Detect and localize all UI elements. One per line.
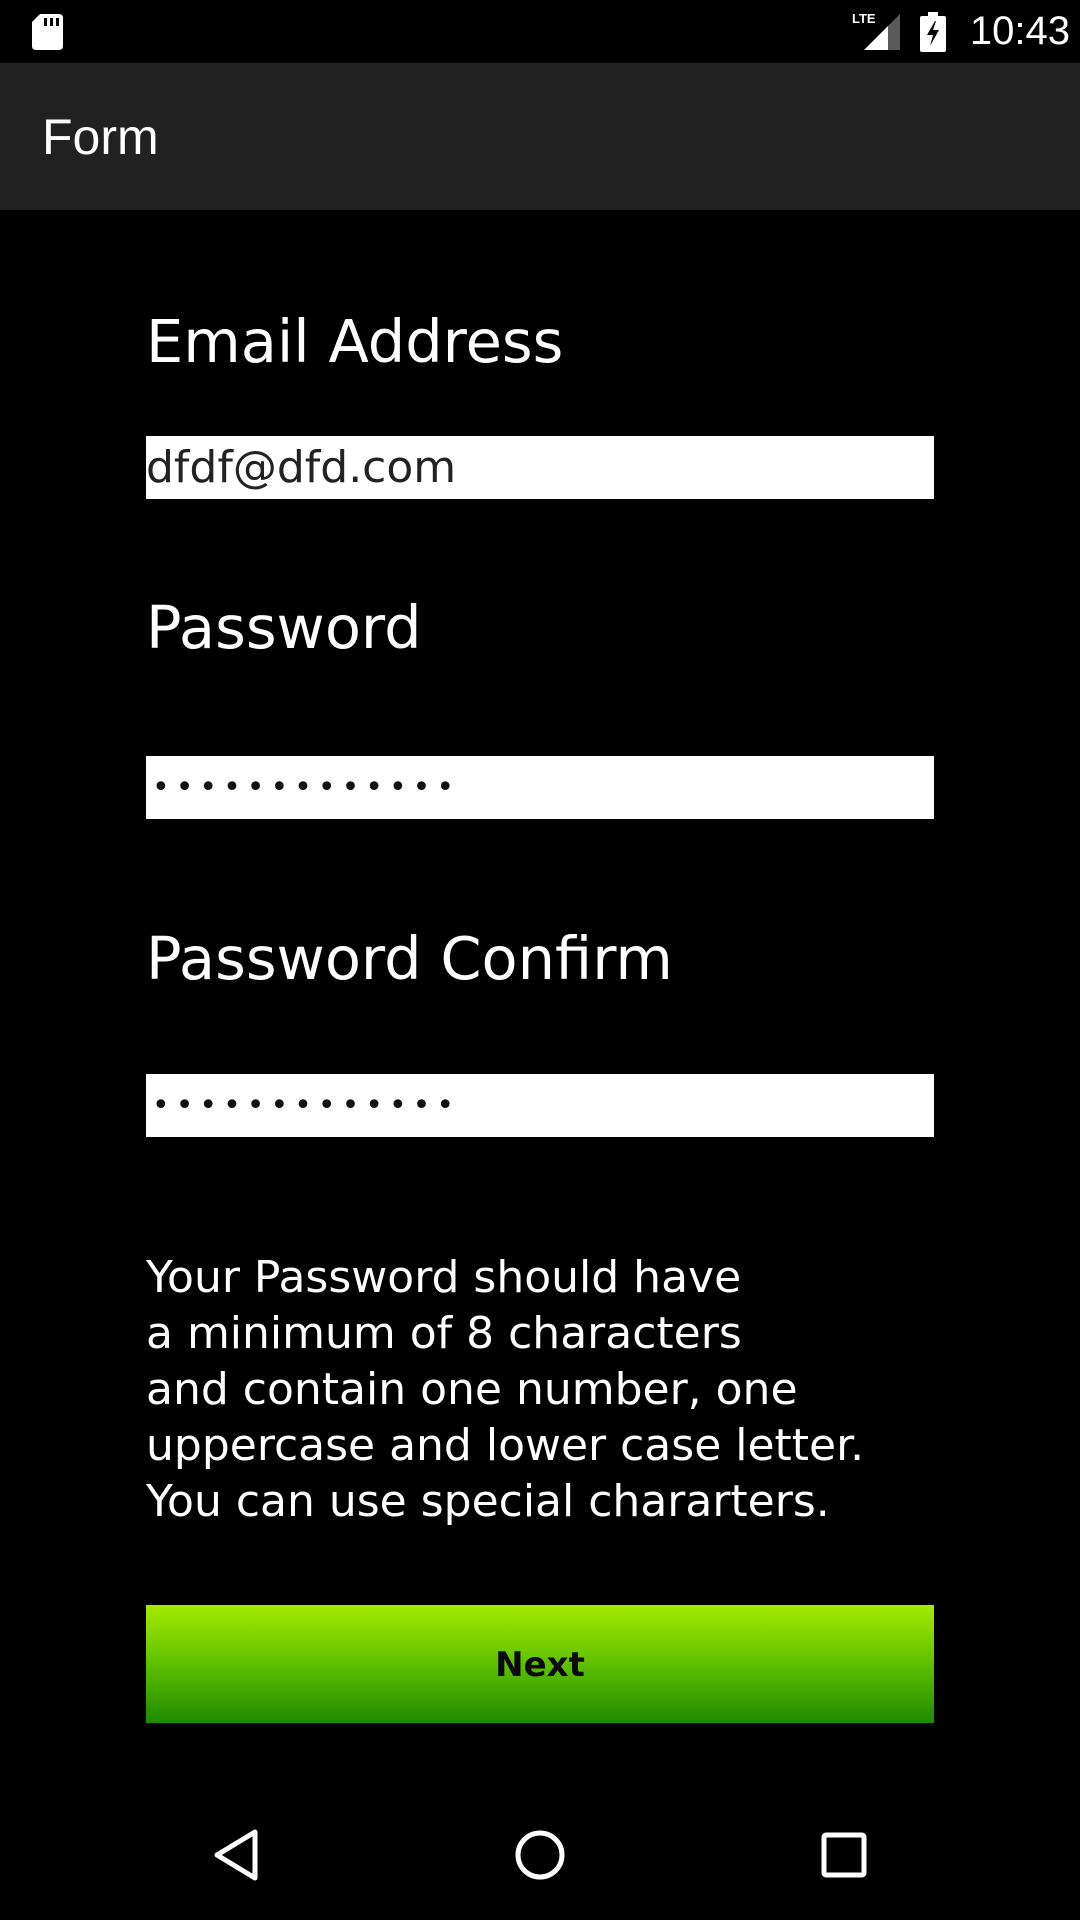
svg-text:LTE: LTE	[852, 11, 876, 26]
email-value: dfdf@dfd.com	[146, 442, 457, 493]
app-title: Form	[42, 109, 159, 165]
form-screen: LTE 10:43 Form Email Address dfdf@dfd.co…	[0, 0, 1080, 1920]
home-icon	[515, 1830, 565, 1880]
email-label: Email Address	[146, 307, 564, 376]
app-bar: Form	[0, 63, 1080, 210]
password-field[interactable]: •••••••••••••	[146, 756, 934, 819]
status-clock: 10:43	[969, 9, 1070, 53]
status-bar: LTE 10:43	[0, 0, 1080, 63]
email-field[interactable]: dfdf@dfd.com	[146, 436, 934, 499]
password-confirm-field[interactable]: •••••••••••••	[146, 1074, 934, 1137]
home-button[interactable]	[470, 1790, 610, 1920]
password-requirements-text: Your Password should have a minimum of 8…	[146, 1252, 865, 1527]
sd-card-icon	[32, 14, 63, 50]
next-button[interactable]: Next	[146, 1605, 934, 1723]
password-confirm-masked-value: •••••••••••••	[152, 1088, 461, 1123]
password-label: Password	[146, 593, 422, 662]
recents-button[interactable]	[774, 1790, 914, 1920]
battery-charging-icon	[920, 12, 946, 52]
password-confirm-label: Password Confirm	[146, 924, 673, 993]
recents-icon	[821, 1832, 867, 1878]
lte-signal-icon: LTE	[852, 11, 900, 50]
back-button[interactable]	[166, 1790, 306, 1920]
back-icon	[214, 1829, 258, 1881]
navigation-bar	[0, 1790, 1080, 1920]
password-masked-value: •••••••••••••	[152, 770, 461, 805]
